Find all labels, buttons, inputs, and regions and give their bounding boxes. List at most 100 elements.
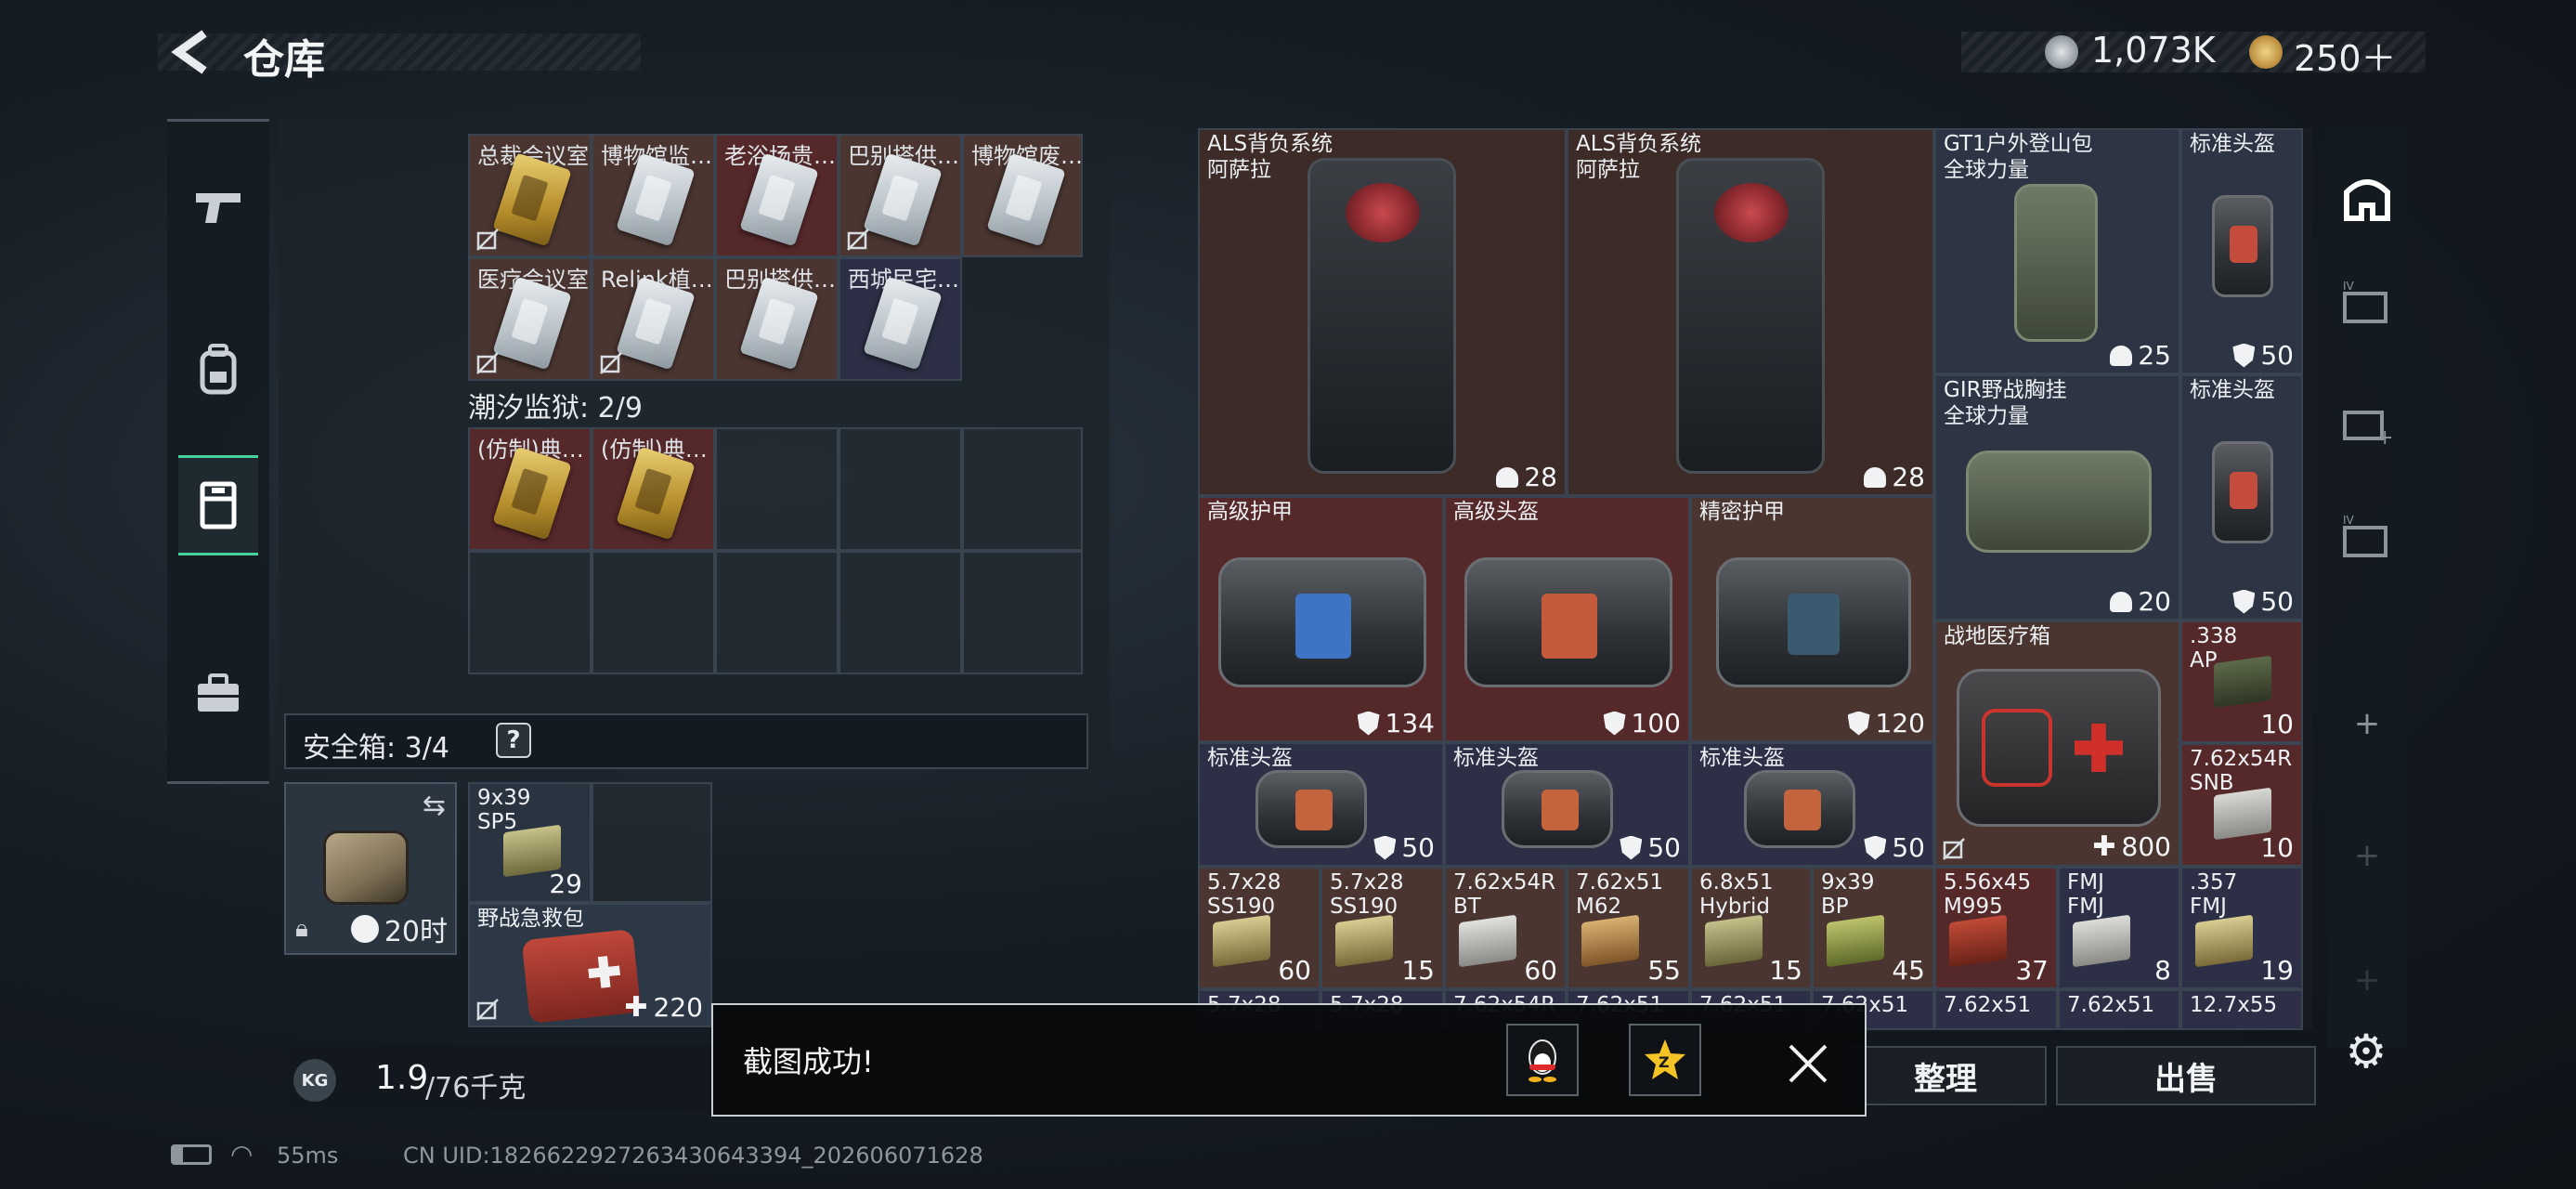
keycard-slot[interactable]: 医疗会议室 — [468, 257, 592, 381]
item-name: 7.62x54R BT — [1453, 870, 1556, 919]
rail-storage[interactable] — [178, 455, 258, 555]
empty-slot[interactable] — [715, 427, 839, 551]
safe-box-help-button[interactable]: ? — [496, 723, 531, 758]
item-ammo[interactable]: .357 FMJ 19 — [2180, 867, 2303, 989]
item-brand: 阿萨拉 — [1207, 158, 1271, 182]
share-qzone-button[interactable]: Z — [1629, 1024, 1701, 1096]
item-standard-helmet[interactable]: 标准头盔 50 — [1198, 742, 1444, 867]
ammo-box-image — [1213, 914, 1270, 968]
item-standard-helmet[interactable]: 标准头盔 50 — [1444, 742, 1690, 867]
item-standard-helmet[interactable]: 标准头盔 50 — [2180, 128, 2303, 374]
item-advanced-armor[interactable]: 高级护甲 134 — [1198, 496, 1444, 742]
house-icon — [2344, 179, 2390, 221]
ammo-name: 9x39 SP5 — [477, 786, 531, 834]
item-ammo-partial[interactable]: 7.62x51 — [1934, 989, 2058, 1030]
item-ammo[interactable]: 5.56x45 M995 37 — [1934, 867, 2058, 989]
title-bar-background — [158, 33, 641, 71]
rail-case-iv-1[interactable]: IV — [2333, 253, 2401, 355]
item-ammo[interactable]: 6.8x51 Hybrid 15 — [1690, 867, 1812, 989]
rail-case-add[interactable]: + — [2333, 372, 2401, 474]
item-ammo[interactable]: 5.7x28 SS190 60 — [1198, 867, 1321, 989]
settings-gear-icon[interactable]: ⚙ — [2340, 1025, 2392, 1078]
safe-box-item[interactable]: ⇆ 🔒︎ 20时 — [284, 782, 457, 955]
item-standard-helmet[interactable]: 标准头盔 50 — [1690, 742, 1934, 867]
item-value: 50 — [1401, 832, 1435, 863]
item-ammo-338[interactable]: .338 AP 10 — [2180, 621, 2303, 743]
weight-kg-icon: KG — [293, 1059, 336, 1102]
item-gir-chest-rig[interactable]: GIR野战胸挂 全球力量 20 — [1934, 374, 2180, 621]
item-ammo[interactable]: FMJ FMJ 8 — [2058, 867, 2180, 989]
share-qq-button[interactable] — [1506, 1024, 1579, 1096]
empty-slot[interactable] — [468, 551, 592, 674]
item-value: 100 — [1631, 708, 1681, 738]
empty-slot[interactable] — [962, 551, 1083, 674]
svg-text:IV: IV — [2343, 280, 2355, 293]
back-arrow-icon[interactable] — [167, 28, 214, 76]
swap-icon[interactable]: ⇆ — [423, 790, 446, 822]
safe-medkit-slot[interactable]: 野战急救包 ✚ 220 — [468, 903, 712, 1027]
item-advanced-helmet[interactable]: 高级头盔 100 — [1444, 496, 1690, 742]
item-ammo[interactable]: 7.62x54R BT 60 — [1444, 867, 1567, 989]
item-name: GT1户外登山包 — [1944, 132, 2093, 156]
armor-icon — [1603, 711, 1626, 736]
rail-backpacks[interactable] — [178, 320, 258, 420]
weight-current: 1.9 — [375, 1059, 429, 1097]
armor-icon — [1357, 711, 1380, 736]
item-value: 60 — [1524, 955, 1557, 986]
item-ammo-partial[interactable]: 7.62x51 — [2058, 989, 2180, 1030]
keycard-slot[interactable]: 西城民宅… — [839, 257, 962, 381]
currency-gold[interactable]: 250＋ — [2294, 30, 2397, 81]
item-ammo[interactable]: 5.7x28 SS190 15 — [1321, 867, 1444, 989]
rail-add-slot[interactable]: + — [2333, 804, 2401, 907]
sell-button[interactable]: 出售 — [2056, 1046, 2316, 1105]
item-standard-helmet[interactable]: 标准头盔 50 — [2180, 374, 2303, 621]
empty-slot[interactable] — [839, 427, 962, 551]
item-ammo[interactable]: 7.62x51 M62 55 — [1567, 867, 1690, 989]
rail-case-iv-2[interactable]: IV — [2333, 487, 2401, 589]
empty-slot[interactable] — [962, 427, 1083, 551]
keycard-slot[interactable]: 博物馆废… — [962, 134, 1083, 257]
empty-slot[interactable] — [839, 551, 962, 674]
page-title: 仓库 — [243, 36, 325, 84]
locker-icon — [200, 481, 237, 529]
rail-add-slot[interactable]: + — [2333, 929, 2401, 1031]
item-gt1-backpack[interactable]: GT1户外登山包 全球力量 25 — [1934, 128, 2180, 374]
empty-slot[interactable] — [592, 782, 712, 903]
keycard-slot[interactable]: 博物馆监… — [592, 134, 715, 257]
organize-button[interactable]: 整理 — [1844, 1046, 2047, 1105]
rail-tools[interactable] — [178, 643, 258, 743]
armor-icon — [2232, 343, 2256, 368]
item-als-backpack[interactable]: ALS背负系统 阿萨拉 28 — [1567, 128, 1934, 496]
rail-storage-view[interactable] — [2333, 145, 2401, 247]
keycard-slot[interactable]: Relink植… — [592, 257, 715, 381]
close-icon[interactable] — [1785, 1040, 1831, 1087]
item-ammo-762[interactable]: 7.62x54R SNB 10 — [2180, 743, 2303, 867]
rail-weapons[interactable] — [178, 156, 258, 256]
keycard-slot[interactable]: (仿制)典… — [592, 427, 715, 551]
empty-slot[interactable] — [715, 551, 839, 674]
rail-add-slot[interactable]: + — [2333, 673, 2401, 775]
item-precision-armor[interactable]: 精密护甲 120 — [1690, 496, 1934, 742]
armor-icon — [1864, 835, 1887, 860]
safe-ammo-slot[interactable]: 9x39 SP5 29 — [468, 782, 592, 903]
item-als-backpack[interactable]: ALS背负系统 阿萨拉 28 — [1198, 128, 1567, 496]
case-add-icon: + — [2343, 411, 2393, 448]
keycard-slot[interactable]: 总裁会议室 — [468, 134, 592, 257]
keycard-slot[interactable]: (仿制)典… — [468, 427, 592, 551]
safe-box-image — [323, 830, 409, 905]
no-trade-icon — [1943, 838, 1965, 860]
item-field-medical-box[interactable]: 战地医疗箱 ✚ 800 — [1934, 621, 2180, 867]
item-ammo-partial[interactable]: 12.7x55 — [2180, 989, 2303, 1030]
heal-icon: ✚ — [624, 991, 648, 1024]
armor-icon — [1620, 835, 1643, 860]
keycard-slot[interactable]: 巴别搭供… — [715, 257, 839, 381]
item-value: 15 — [1769, 955, 1802, 986]
backpack-image — [1676, 158, 1825, 474]
item-value: 134 — [1385, 708, 1435, 738]
keycard-slot[interactable]: 巴别搭供… — [839, 134, 962, 257]
ping-text: 55ms — [277, 1143, 339, 1169]
item-ammo[interactable]: 9x39 BP 45 — [1812, 867, 1934, 989]
item-name: .357 FMJ — [2190, 870, 2238, 919]
keycard-slot[interactable]: 老浴场贵… — [715, 134, 839, 257]
empty-slot[interactable] — [592, 551, 715, 674]
